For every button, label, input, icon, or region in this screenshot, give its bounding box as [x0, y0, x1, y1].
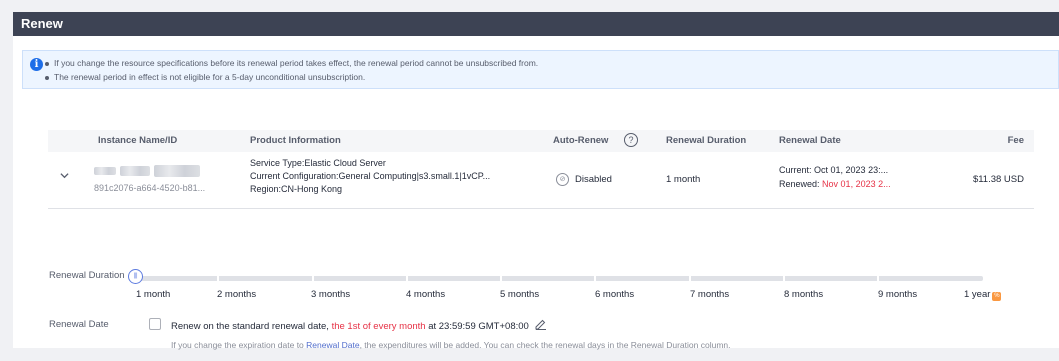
- column-header-fee: Fee: [1007, 135, 1024, 146]
- standard-renewal-date-text: Renew on the standard renewal date, the …: [171, 319, 547, 332]
- notice-line: The renewal period in effect is not elig…: [45, 72, 365, 82]
- service-type: Service Type:Elastic Cloud Server: [250, 158, 386, 168]
- edit-icon[interactable]: [535, 319, 547, 330]
- duration-option[interactable]: 1 month: [136, 289, 170, 300]
- info-notice: i If you change the resource specificati…: [22, 50, 1059, 89]
- renewal-duration-label: Renewal Duration: [49, 270, 125, 281]
- duration-option[interactable]: 7 months: [690, 289, 729, 300]
- current-configuration: Current Configuration:General Computing|…: [250, 171, 491, 181]
- help-icon[interactable]: ?: [624, 133, 638, 147]
- duration-option[interactable]: 2 months: [217, 289, 256, 300]
- info-icon: i: [30, 58, 43, 71]
- instance-name-redacted: [120, 166, 150, 176]
- table-header: Instance Name/ID Product Information Aut…: [48, 130, 1034, 152]
- renewal-card: Instance Name/ID Product Information Aut…: [26, 119, 1055, 350]
- renewal-date-link[interactable]: Renewal Date: [306, 340, 359, 350]
- table-row: 891c2076-a664-4520-b81... Service Type:E…: [48, 152, 1034, 209]
- duration-option[interactable]: 5 months: [500, 289, 539, 300]
- column-header-instance: Instance Name/ID: [98, 135, 178, 146]
- current-date: Current: Oct 01, 2023 23:...: [779, 165, 889, 175]
- dialog-body: i If you change the resource specificati…: [13, 36, 1059, 350]
- row-renewal-duration: 1 month: [666, 174, 701, 185]
- region: Region:CN-Hong Kong: [250, 184, 343, 194]
- instance-id: 891c2076-a664-4520-b81...: [94, 183, 206, 193]
- duration-option-year[interactable]: 1 year%: [964, 289, 1002, 301]
- renewed-date: Renewed: Nov 01, 2023 2...: [779, 179, 891, 189]
- column-header-duration: Renewal Duration: [666, 135, 747, 146]
- auto-renew-status: Disabled: [575, 174, 612, 185]
- chevron-down-icon[interactable]: [60, 171, 69, 180]
- notice-line: If you change the resource specification…: [45, 58, 538, 68]
- duration-option[interactable]: 8 months: [784, 289, 823, 300]
- instance-name-redacted: [154, 165, 200, 177]
- dialog-header: Renew: [13, 12, 1059, 36]
- renewal-date-label: Renewal Date: [49, 319, 109, 330]
- auto-renew-disabled-icon: ⊘: [556, 173, 569, 186]
- column-header-product: Product Information: [250, 135, 341, 146]
- duration-option[interactable]: 4 months: [406, 289, 445, 300]
- column-header-auto-renew: Auto-Renew: [553, 135, 609, 146]
- duration-slider-track[interactable]: [133, 276, 983, 281]
- discount-badge-icon: %: [992, 292, 1002, 301]
- dialog-title: Renew: [21, 16, 63, 31]
- renewal-date-hint: If you change the expiration date to Ren…: [171, 340, 731, 350]
- standard-renewal-date-checkbox[interactable]: [149, 318, 161, 330]
- fee-amount: $11.38 USD: [972, 174, 1024, 185]
- drag-handle-icon[interactable]: |||: [128, 269, 143, 284]
- duration-option[interactable]: 3 months: [311, 289, 350, 300]
- column-header-date: Renewal Date: [779, 135, 841, 146]
- duration-option[interactable]: 6 months: [595, 289, 634, 300]
- duration-option[interactable]: 9 months: [878, 289, 917, 300]
- instance-name-redacted: [94, 167, 116, 175]
